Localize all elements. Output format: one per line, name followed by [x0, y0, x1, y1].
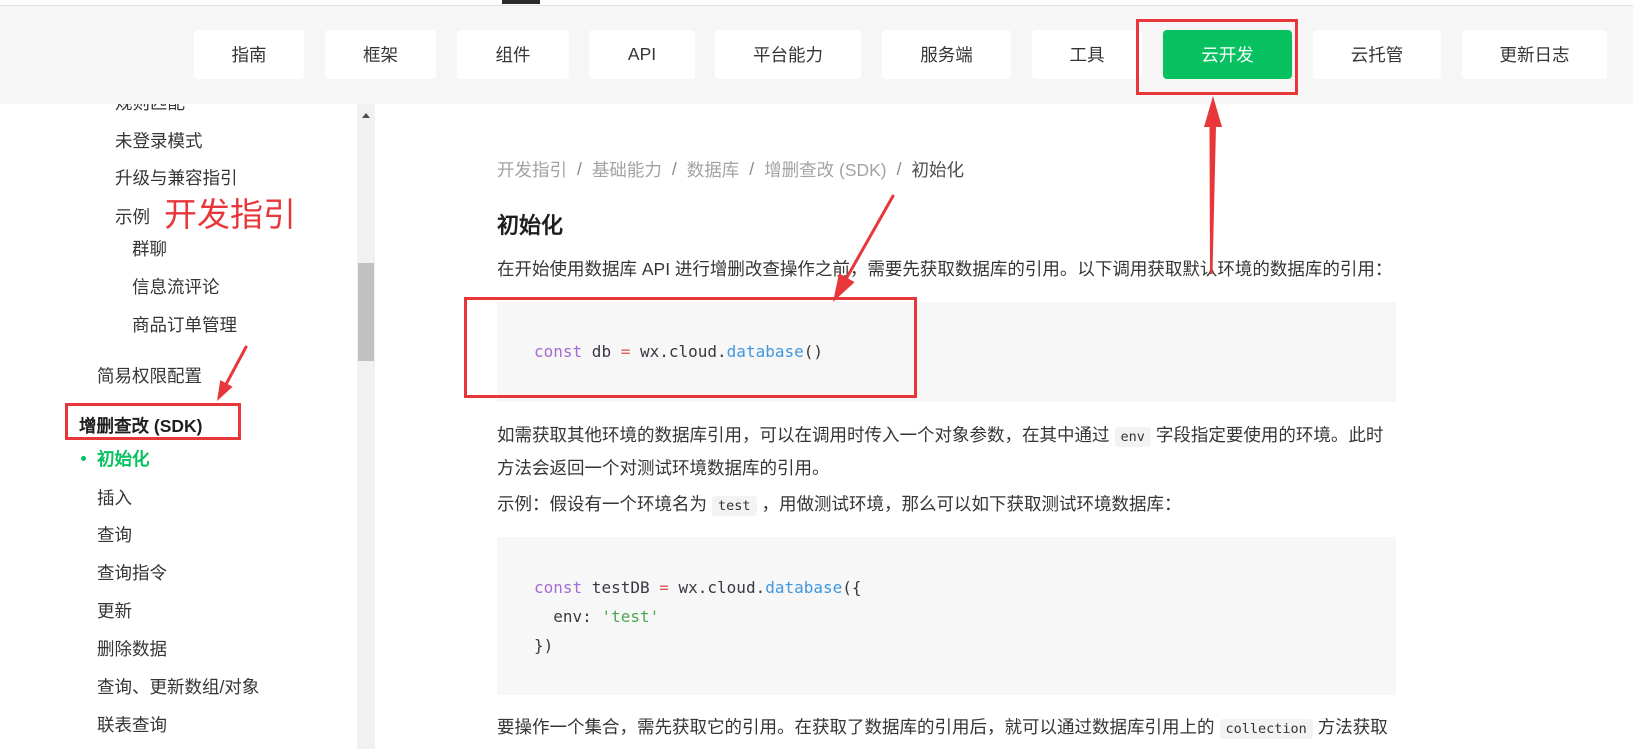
- sidebar-item-group-chat[interactable]: 群聊: [132, 237, 167, 261]
- code-token-operator: =: [659, 578, 669, 597]
- example-paragraph: 示例：假设有一个环境名为 test ，用做测试环境，那么可以如下获取测试环境数据库：: [497, 489, 1397, 522]
- top-tab-indicator: [502, 0, 540, 4]
- sidebar-item-order-management[interactable]: 商品订单管理: [132, 313, 237, 337]
- breadcrumb-separator: /: [896, 158, 902, 179]
- nav-item-platform-capabilities[interactable]: 平台能力: [715, 30, 861, 79]
- page-title: 初始化: [497, 213, 564, 238]
- nav-item-components[interactable]: 组件: [457, 30, 569, 79]
- breadcrumb-current: 初始化: [911, 159, 965, 180]
- code-token: }): [534, 636, 554, 655]
- intro-paragraph: 在开始使用数据库 API 进行增删改查操作之前，需要先获取数据库的引用。以下调用…: [497, 259, 1393, 279]
- annotation-box-cloud-development: [1136, 19, 1298, 95]
- code-block-test-db: const testDB = wx.cloud.database({ env: …: [497, 537, 1396, 695]
- active-item-bullet: [81, 456, 86, 461]
- top-strip: [0, 0, 1633, 6]
- paragraph-text: 示例：假设有一个环境名为: [497, 494, 707, 514]
- paragraph-text: ，用做测试环境，那么可以如下获取测试环境数据库：: [761, 494, 1182, 514]
- code-token: ({: [842, 578, 862, 597]
- nav-item-api[interactable]: API: [589, 30, 695, 79]
- nav-item-changelog[interactable]: 更新日志: [1462, 30, 1607, 79]
- breadcrumb-link-database[interactable]: 数据库: [687, 157, 740, 182]
- breadcrumb-link-crud-sdk[interactable]: 增删查改 (SDK): [764, 157, 887, 182]
- sidebar-item-feed-comments[interactable]: 信息流评论: [132, 275, 220, 299]
- code-token: wx.cloud.: [668, 578, 766, 597]
- code-token-function: database: [765, 578, 843, 597]
- sidebar-item-query[interactable]: 查询: [97, 523, 132, 547]
- collection-paragraph: 要操作一个集合，需先获取它的引用。在获取了数据库的引用后，就可以通过数据库引用上…: [497, 712, 1397, 745]
- arrow-shaft: [1209, 126, 1216, 274]
- annotation-arrow-nav: [1204, 96, 1222, 274]
- code-token: env:: [534, 607, 602, 626]
- code-token: testDB: [582, 578, 660, 597]
- inline-code-env: env: [1114, 427, 1151, 447]
- annotation-label: 开发指引: [164, 196, 296, 233]
- inline-code-test: test: [712, 496, 757, 516]
- sidebar-item-guest-mode[interactable]: 未登录模式: [115, 129, 203, 153]
- sidebar-item-join-query[interactable]: 联表查询: [97, 713, 167, 737]
- nav-item-cloud-hosting[interactable]: 云托管: [1313, 30, 1441, 79]
- nav-item-server[interactable]: 服务端: [882, 30, 1011, 79]
- sidebar-item-array-object-ops[interactable]: 查询、更新数组/对象: [97, 675, 259, 699]
- nav-item-framework[interactable]: 框架: [325, 30, 436, 79]
- breadcrumb-separator: /: [671, 158, 677, 179]
- breadcrumb: 开发指引 / 基础能力 / 数据库 / 增删查改 (SDK) / 初始化: [497, 157, 964, 181]
- paragraph-text: 如需获取其他环境的数据库引用，可以在调用时传入一个对象参数，在其中通过: [497, 425, 1110, 445]
- env-paragraph: 如需获取其他环境的数据库引用，可以在调用时传入一个对象参数，在其中通过 env 字段…: [497, 420, 1397, 484]
- inline-code-collection: collection: [1219, 719, 1313, 739]
- sidebar-item-upgrade-guide[interactable]: 升级与兼容指引: [115, 166, 238, 190]
- sidebar-item-insert[interactable]: 插入: [97, 486, 132, 510]
- sidebar-item-query-commands[interactable]: 查询指令: [97, 561, 167, 585]
- sidebar-item-examples[interactable]: 示例: [115, 205, 150, 229]
- code-line: }): [534, 631, 1396, 660]
- sidebar-item-initialize[interactable]: 初始化: [97, 447, 150, 471]
- code-token-string: 'test': [601, 607, 660, 626]
- code-line: const testDB = wx.cloud.database({: [534, 573, 1396, 602]
- annotation-box-code: [464, 297, 917, 398]
- sidebar-scrollbar[interactable]: [357, 104, 375, 749]
- code-line: env: 'test': [534, 602, 1396, 631]
- annotation-box-crud-sdk: [65, 403, 241, 440]
- paragraph-text: 方法获取: [1317, 717, 1388, 737]
- annotation-arrow-code: [833, 194, 895, 302]
- sidebar-item-delete-data[interactable]: 删除数据: [97, 637, 167, 661]
- paragraph-text: 要操作一个集合，需先获取它的引用。在获取了数据库的引用后，就可以通过数据库引用上…: [497, 717, 1215, 737]
- breadcrumb-separator: /: [749, 158, 755, 179]
- scroll-up-arrow-icon[interactable]: [362, 113, 370, 118]
- code-token-keyword: const: [534, 578, 583, 597]
- top-navigation-bar: 指南 框架 组件 API 平台能力 服务端 工具 云开发 云托管 更新日志: [0, 6, 1633, 104]
- sidebar-item-simple-permissions[interactable]: 简易权限配置: [97, 364, 202, 388]
- breadcrumb-link-dev-guide[interactable]: 开发指引: [497, 157, 567, 182]
- breadcrumb-link-basic-capabilities[interactable]: 基础能力: [592, 157, 662, 182]
- sidebar: 规则匹配 未登录模式 升级与兼容指引 示例 群聊 信息流评论 商品订单管理 简易…: [0, 0, 357, 749]
- breadcrumb-separator: /: [577, 158, 582, 179]
- nav-item-guide[interactable]: 指南: [194, 30, 304, 79]
- sidebar-scrollbar-thumb[interactable]: [358, 263, 374, 361]
- sidebar-item-update[interactable]: 更新: [97, 599, 132, 623]
- nav-item-tools[interactable]: 工具: [1032, 30, 1142, 79]
